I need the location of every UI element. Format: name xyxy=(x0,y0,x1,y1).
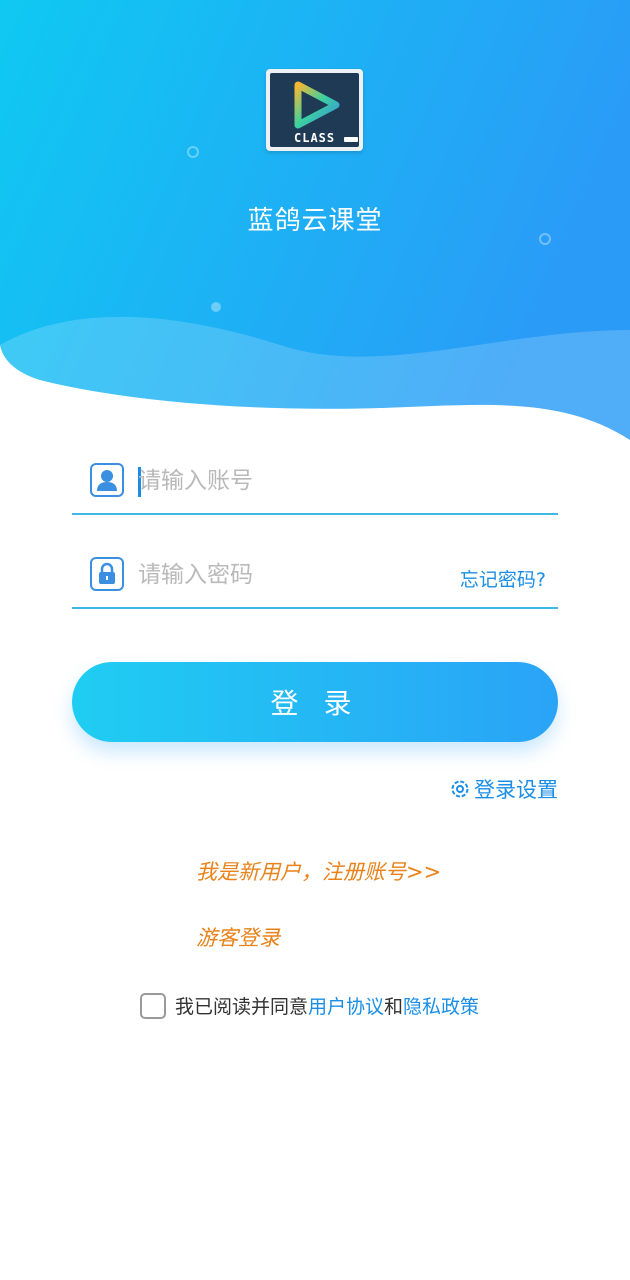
forgot-password-link[interactable]: 忘记密码? xyxy=(460,565,546,592)
login-button[interactable]: 登 录 xyxy=(72,662,558,742)
logo-text: CLASS xyxy=(294,131,336,145)
user-icon xyxy=(90,463,124,497)
app-logo: CLASS xyxy=(266,69,363,151)
password-field: 忘记密码? xyxy=(72,557,558,609)
app-name: 蓝鸽云课堂 xyxy=(247,206,383,236)
register-link[interactable]: 我是新用户，注册账号>> xyxy=(196,856,441,886)
header-banner: CLASS 蓝鸽云课堂 xyxy=(0,0,630,450)
agreement-checkbox[interactable] xyxy=(140,992,166,1019)
login-settings-link[interactable]: 登录设置 xyxy=(450,774,558,804)
agreement-row: 我已阅读并同意 用户协议 和 隐私政策 xyxy=(140,992,479,1019)
privacy-policy-link[interactable]: 隐私政策 xyxy=(403,992,479,1019)
account-input[interactable] xyxy=(138,463,438,499)
agreement-prefix: 我已阅读并同意 xyxy=(175,996,309,1018)
guest-login-link[interactable]: 游客登录 xyxy=(196,922,280,952)
lock-icon xyxy=(90,557,124,591)
user-agreement-link[interactable]: 用户协议 xyxy=(308,992,384,1019)
logo-bar xyxy=(344,137,358,142)
account-field xyxy=(72,463,558,515)
agreement-joiner: 和 xyxy=(384,996,404,1018)
login-settings-label: 登录设置 xyxy=(474,778,558,802)
logo-screen: CLASS xyxy=(270,73,359,147)
password-input[interactable] xyxy=(138,557,438,593)
gear-icon xyxy=(451,780,469,798)
